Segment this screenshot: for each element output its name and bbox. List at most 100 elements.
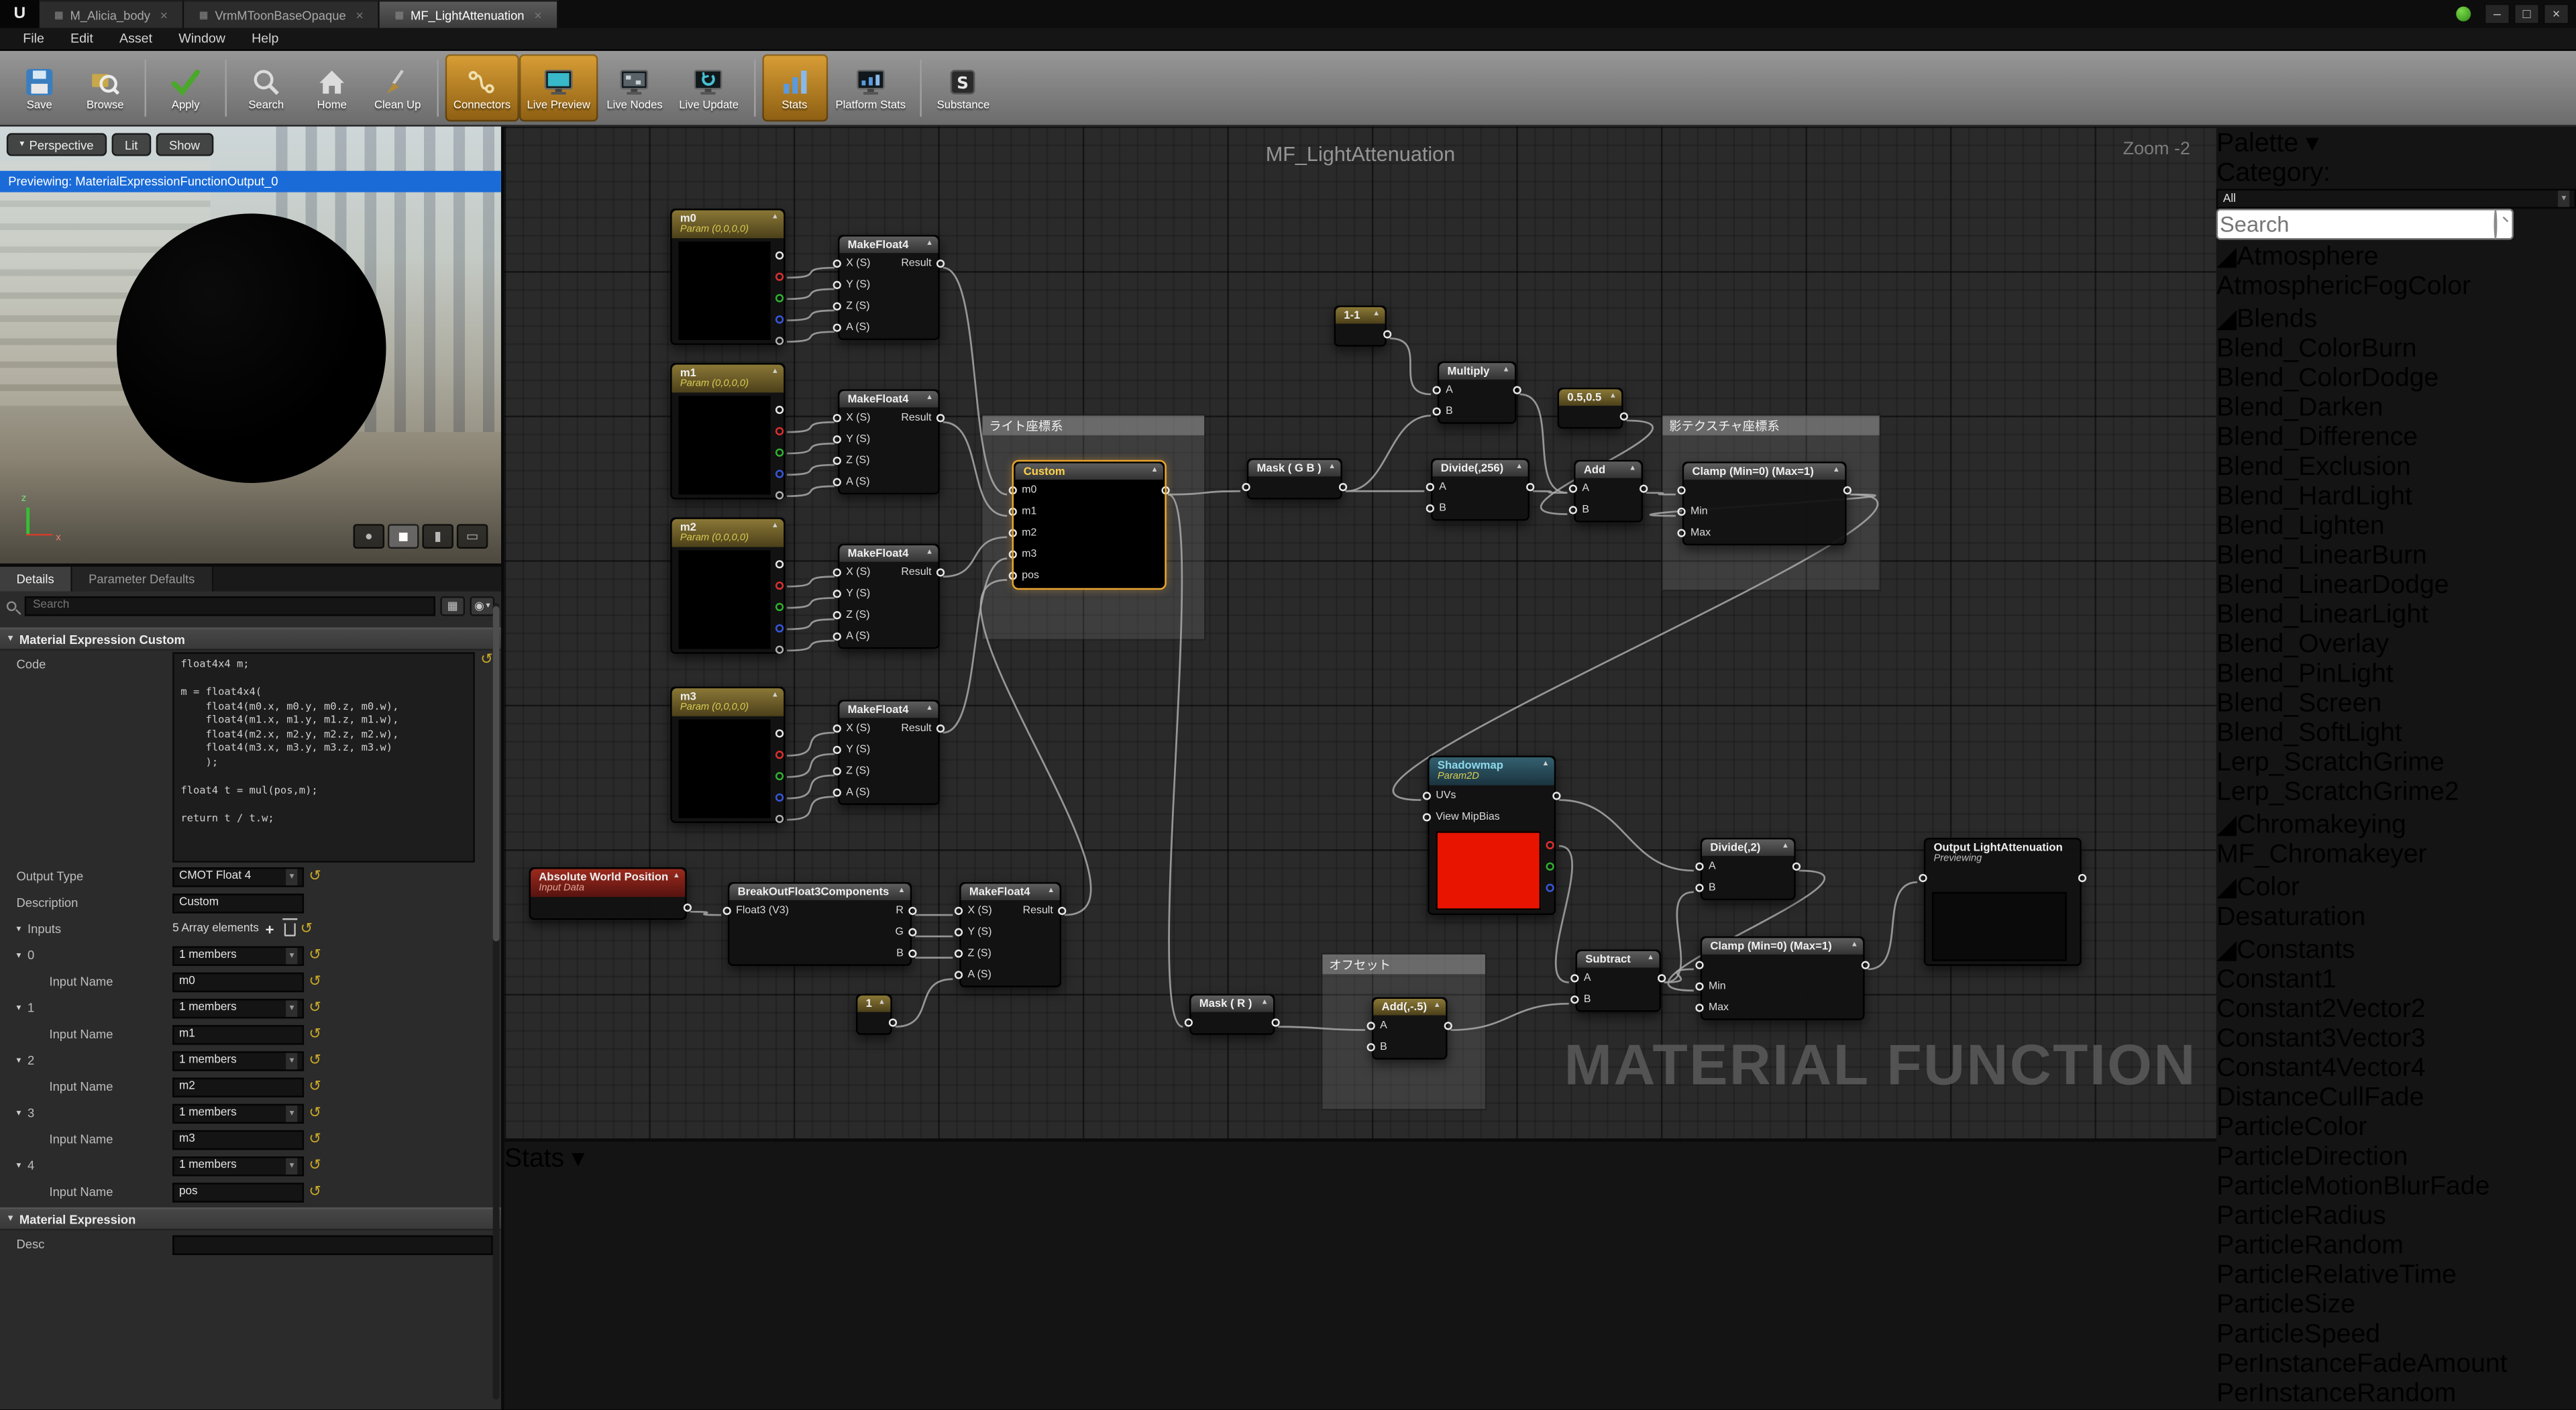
menu-file[interactable]: File [10, 28, 58, 50]
description-input[interactable]: Custom [172, 893, 304, 912]
palette-item-ParticleSpeed[interactable]: ParticleSpeed [2216, 1321, 2576, 1350]
collapse-icon[interactable]: ▲ [771, 692, 779, 700]
collapse-icon[interactable]: ▲ [1609, 392, 1617, 400]
palette-item-PerInstanceFadeAmount[interactable]: PerInstanceFadeAmount [2216, 1350, 2576, 1380]
palette-item-Blend_SoftLight[interactable]: Blend_SoftLight [2216, 720, 2576, 749]
viewport-button-perspective[interactable]: ▾Perspective [7, 133, 107, 156]
collapse-icon[interactable]: ▲ [926, 394, 933, 402]
collapse-icon[interactable]: ▲ [1851, 941, 1858, 949]
toolbar-button-browse[interactable]: Browse [72, 54, 138, 121]
collapse-icon[interactable]: ▲ [1373, 311, 1380, 319]
toolbar-button-platformstats[interactable]: Platform Stats [827, 54, 914, 121]
palette-item-Blend_PinLight[interactable]: Blend_PinLight [2216, 660, 2576, 690]
viewport-button-lit[interactable]: Lit [111, 133, 151, 156]
members-dropdown[interactable]: 1 members▾ [172, 1156, 304, 1175]
members-dropdown[interactable]: 1 members▾ [172, 998, 304, 1018]
palette-group-blends[interactable]: ◢Blends [2216, 303, 2576, 335]
palette-item-Blend_LinearDodge[interactable]: Blend_LinearDodge [2216, 572, 2576, 601]
input-name-field[interactable]: m1 [172, 1024, 304, 1044]
section-material-expression[interactable]: ▾ Material Expression [0, 1207, 501, 1230]
reset-icon[interactable]: ↺ [309, 1105, 321, 1120]
node-add-offset[interactable]: Add(,-.5)▲AB [1372, 997, 1448, 1061]
desc-input[interactable] [172, 1234, 493, 1254]
code-editor[interactable]: float4x4 m; m = float4x4( float4(m0.x, m… [172, 652, 476, 862]
reset-icon[interactable]: ↺ [309, 948, 321, 963]
palette-item-Constant4Vector[interactable]: Constant4Vector4 [2216, 1054, 2576, 1084]
node-makefloat4-3[interactable]: MakeFloat4▲X (S)ResultY (S)Z (S)A (S) [838, 544, 940, 650]
close-icon[interactable]: × [534, 7, 541, 22]
node-makefloat4-2[interactable]: MakeFloat4▲X (S)ResultY (S)Z (S)A (S) [838, 389, 940, 495]
palette-item-DistanceCullFade[interactable]: DistanceCullFade [2216, 1084, 2576, 1114]
node-m2[interactable]: m2Param (0,0,0,0)▲ [670, 517, 785, 653]
close-icon[interactable]: × [160, 7, 168, 22]
node-subtract[interactable]: Subtract▲AB [1576, 950, 1661, 1013]
node-divide-2[interactable]: Divide(,2)▲AB [1701, 838, 1796, 901]
section-material-expression-custom[interactable]: ▾ Material Expression Custom [0, 628, 501, 651]
node-breakout-float3[interactable]: BreakOutFloat3Components▲Float3 (V3)RGB [728, 882, 912, 967]
input-name-field[interactable]: pos [172, 1182, 304, 1201]
menu-asset[interactable]: Asset [106, 28, 165, 50]
collapse-icon[interactable]: ▲ [1151, 467, 1159, 475]
window-tab-VrmMToonBaseOpaque[interactable]: ▦VrmMToonBaseOpaque× [184, 0, 380, 28]
palette-item-ParticleMotionBlurFade[interactable]: ParticleMotionBlurFade [2216, 1173, 2576, 1203]
reset-icon[interactable]: ↺ [309, 1000, 321, 1015]
node-const-0505[interactable]: 0.5,0.5▲ [1558, 388, 1623, 429]
toolbar-button-connectors[interactable]: Connectors [445, 54, 519, 121]
reset-icon[interactable]: ↺ [309, 1053, 321, 1068]
palette-group-chromakeying[interactable]: ◢Chromakeying [2216, 808, 2576, 841]
collapse-icon[interactable]: ▲ [1047, 887, 1055, 895]
palette-item-AtmosphericFogColor[interactable]: AtmosphericFogColor [2216, 273, 2576, 303]
collapse-icon[interactable]: ▲ [771, 213, 779, 221]
tab-stats[interactable]: Stats ▾ [504, 1142, 2216, 1175]
eye-filter-icon[interactable]: ◉▾ [470, 596, 494, 615]
collapse-icon[interactable]: ▲ [1833, 467, 1840, 475]
viewport-button-show[interactable]: Show [156, 133, 213, 156]
window-tab-M_Alicia_body[interactable]: ▦M_Alicia_body× [40, 0, 184, 28]
close-icon[interactable]: × [356, 7, 363, 22]
palette-item-Constant[interactable]: Constant1 [2216, 966, 2576, 995]
collapse-icon[interactable]: ▲ [771, 368, 779, 376]
palette-item-ParticleDirection[interactable]: ParticleDirection [2216, 1143, 2576, 1173]
collapse-icon[interactable]: ▲ [1647, 955, 1654, 963]
preview-shape-button-3[interactable]: ▭ [457, 524, 488, 549]
grid-view-icon[interactable]: ▦ [440, 596, 465, 615]
node-m1[interactable]: m1Param (0,0,0,0)▲ [670, 363, 785, 499]
collapse-icon[interactable]: ▲ [771, 523, 779, 531]
palette-item-Blend_LinearLight[interactable]: Blend_LinearLight [2216, 601, 2576, 631]
palette-group-atmosphere[interactable]: ◢Atmosphere [2216, 240, 2576, 273]
toolbar-button-home[interactable]: Home [299, 54, 365, 121]
collapse-icon[interactable]: ▲ [1261, 999, 1269, 1007]
members-dropdown[interactable]: 1 members▾ [172, 1103, 304, 1122]
reset-icon[interactable]: ↺ [309, 1158, 321, 1173]
toolbar-button-livepreview[interactable]: Live Preview [519, 54, 598, 121]
node-one-minus-one[interactable]: 1-1▲ [1334, 306, 1387, 347]
tab-palette[interactable]: Palette ▾ [2216, 127, 2576, 160]
palette-item-ParticleSize[interactable]: ParticleSize [2216, 1291, 2576, 1321]
node-makefloat4-1[interactable]: MakeFloat4▲X (S)ResultY (S)Z (S)A (S) [838, 235, 940, 341]
collapse-icon[interactable]: ▲ [1629, 465, 1636, 473]
toolbar-button-livenodes[interactable]: Live Nodes [598, 54, 671, 121]
palette-search-input[interactable] [2216, 209, 2514, 240]
reset-icon[interactable]: ↺ [301, 922, 313, 936]
toolbar-button-apply[interactable]: Apply [153, 54, 219, 121]
reset-icon[interactable]: ↺ [309, 974, 321, 989]
palette-item-Constant3Vector[interactable]: Constant3Vector3 [2216, 1025, 2576, 1054]
maximize-button[interactable]: □ [2514, 3, 2540, 25]
output-type-dropdown[interactable]: CMOT Float 4▾ [172, 867, 304, 886]
toolbar-button-liveupdate[interactable]: Live Update [671, 54, 747, 121]
preview-shape-button-2[interactable]: ▮ [422, 524, 453, 549]
reset-icon[interactable]: ↺ [309, 1079, 321, 1094]
category-dropdown[interactable]: All ▾ [2216, 189, 2576, 209]
graph-canvas[interactable]: MF_LightAttenuation Zoom -2 MATERIAL FUN… [504, 127, 2216, 1142]
palette-item-PerInstanceRandom[interactable]: PerInstanceRandom [2216, 1380, 2576, 1409]
palette-item-Blend_Exclusion[interactable]: Blend_Exclusion [2216, 453, 2576, 483]
palette-item-ParticleRadius[interactable]: ParticleRadius [2216, 1203, 2576, 1232]
toolbar-button-substance[interactable]: SSubstance [928, 54, 998, 121]
toolbar-button-search[interactable]: Search [233, 54, 299, 121]
node-clamp-1[interactable]: Clamp (Min=0) (Max=1)▲MinMax [1682, 462, 1847, 546]
palette-item-Lerp_ScratchGrime[interactable]: Lerp_ScratchGrime [2216, 749, 2576, 779]
palette-item-Blend_ColorBurn[interactable]: Blend_ColorBurn [2216, 335, 2576, 365]
palette-item-ParticleColor[interactable]: ParticleColor [2216, 1114, 2576, 1143]
node-mask-gb[interactable]: Mask ( G B )▲ [1247, 458, 1342, 500]
node-makefloat4-5[interactable]: MakeFloat4▲X (S)ResultY (S)Z (S)A (S) [959, 882, 1061, 988]
